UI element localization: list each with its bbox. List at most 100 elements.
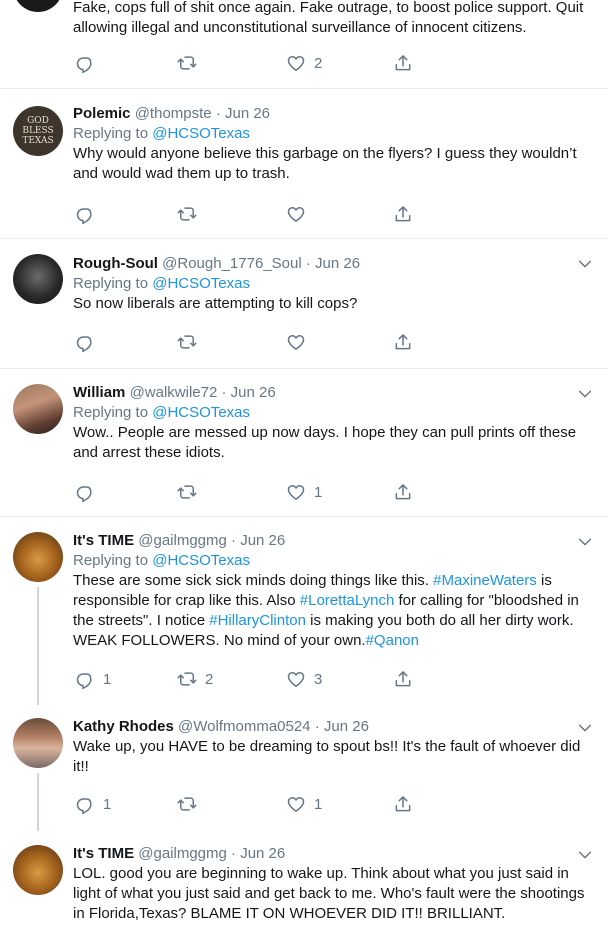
retweet-icon [177,204,197,224]
share-icon [393,204,413,224]
tweet-date[interactable]: Jun 26 [240,845,285,862]
like-icon [286,332,306,352]
reply-icon [75,482,95,502]
tweet-date[interactable]: Jun 26 [324,718,369,735]
tweet[interactable]: Fake, cops full of shit once again. Fake… [0,0,607,88]
share-icon [393,794,413,814]
retweet-button[interactable]: 2 [177,668,213,690]
retweet-button[interactable] [177,52,197,74]
tweet-date[interactable]: Jun 26 [231,384,276,401]
replying-to-link[interactable]: @HCSOTexas [152,275,250,292]
reply-button[interactable] [75,203,95,225]
share-icon [393,332,413,352]
share-icon [393,53,413,73]
share-button[interactable] [393,793,413,815]
replying-to-link[interactable]: @HCSOTexas [152,125,250,142]
avatar[interactable] [13,254,63,304]
hashtag-link[interactable]: #HillaryClinton [209,612,306,629]
share-button[interactable] [393,668,413,690]
user-handle[interactable]: @Rough_1776_Soul [162,255,302,272]
user-handle[interactable]: @Wolfmomma0524 [178,718,311,735]
like-button[interactable]: 1 [286,481,322,503]
like-count: 2 [314,54,323,72]
avatar-logo-text: BLESS [22,126,54,136]
reply-button[interactable]: 1 [75,793,111,815]
tweet-header: It's TIME @gailmggmg · Jun 26 [73,844,589,864]
avatar[interactable]: GOD BLESS TEXAS [13,106,63,156]
tweet-date[interactable]: Jun 26 [240,532,285,549]
replying-label: Replying to [73,125,153,142]
share-button[interactable] [393,331,413,353]
hashtag-link[interactable]: #LorettaLynch [300,592,395,609]
share-button[interactable] [393,481,413,503]
user-handle[interactable]: @gailmggmg [138,845,227,862]
replying-to-link[interactable]: @HCSOTexas [152,552,250,569]
like-icon [286,669,306,689]
avatar[interactable] [13,718,63,768]
tweet-date[interactable]: Jun 26 [225,105,270,122]
tweet-date[interactable]: Jun 26 [315,255,360,272]
user-handle[interactable]: @gailmggmg [138,532,227,549]
replying-to: Replying to @HCSOTexas [73,551,589,571]
tweet-header: William @walkwile72 · Jun 26 [73,383,589,403]
hashtag-link[interactable]: #Qanon [366,632,419,649]
like-button[interactable]: 1 [286,793,322,815]
reply-button[interactable] [75,52,95,74]
display-name[interactable]: Rough-Soul [73,255,158,272]
tweet-header: Rough-Soul @Rough_1776_Soul · Jun 26 [73,254,589,274]
reply-button[interactable] [75,481,95,503]
tweet-text: LOL. good you are beginning to wake up. … [73,865,585,922]
retweet-icon [177,53,197,73]
share-button[interactable] [393,203,413,225]
reply-count: 1 [103,795,112,813]
display-name[interactable]: It's TIME [73,532,134,549]
like-button[interactable] [286,331,306,353]
reply-icon [75,53,95,73]
tweet[interactable]: It's TIME @gailmggmg · Jun 26 Replying t… [0,516,607,705]
separator-dot: · [221,384,227,401]
retweet-button[interactable] [177,331,197,353]
like-button[interactable] [286,203,306,225]
like-button[interactable]: 3 [286,668,322,690]
display-name[interactable]: It's TIME [73,845,134,862]
avatar[interactable] [13,532,63,582]
like-icon [286,53,306,73]
separator-dot: · [231,845,237,862]
tweet[interactable]: GOD BLESS TEXAS Polemic @thompste · Jun … [0,88,607,238]
reply-button[interactable] [75,331,95,353]
display-name[interactable]: William [73,384,125,401]
thread-line [37,587,39,705]
retweet-icon [177,794,197,814]
text-segment: These are some sick sick minds doing thi… [73,572,434,589]
separator-dot: · [231,532,237,549]
avatar[interactable] [13,384,63,434]
replying-to: Replying to @HCSOTexas [73,274,589,294]
replying-to-link[interactable]: @HCSOTexas [152,404,250,421]
user-handle[interactable]: @thompste [135,105,212,122]
avatar-logo-text: GOD [27,116,49,126]
tweet-text: Wow.. People are messed up now days. I h… [73,424,577,461]
retweet-button[interactable] [177,203,197,225]
avatar[interactable] [13,0,63,12]
user-handle[interactable]: @walkwile72 [130,384,218,401]
hashtag-link[interactable]: #MaxineWaters [433,572,537,589]
avatar-logo-text: TEXAS [22,136,54,146]
tweet-header: Kathy Rhodes @Wolfmomma0524 · Jun 26 [73,717,589,737]
tweet[interactable]: Rough-Soul @Rough_1776_Soul · Jun 26 Rep… [0,238,607,368]
tweet[interactable]: It's TIME @gailmggmg · Jun 26 LOL. good … [0,831,607,930]
retweet-button[interactable] [177,481,197,503]
tweet[interactable]: William @walkwile72 · Jun 26 Replying to… [0,368,607,516]
share-button[interactable] [393,52,413,74]
replying-label: Replying to [73,552,153,569]
retweet-count: 2 [205,670,214,688]
reply-button[interactable]: 1 [75,668,111,690]
avatar[interactable] [13,845,63,895]
display-name[interactable]: Polemic [73,105,131,122]
reply-icon [75,204,95,224]
replying-to: Replying to @HCSOTexas [73,403,589,423]
separator-dot: · [215,105,221,122]
retweet-button[interactable] [177,793,197,815]
tweet[interactable]: Kathy Rhodes @Wolfmomma0524 · Jun 26 Wak… [0,704,607,831]
display-name[interactable]: Kathy Rhodes [73,718,174,735]
like-button[interactable]: 2 [286,52,322,74]
